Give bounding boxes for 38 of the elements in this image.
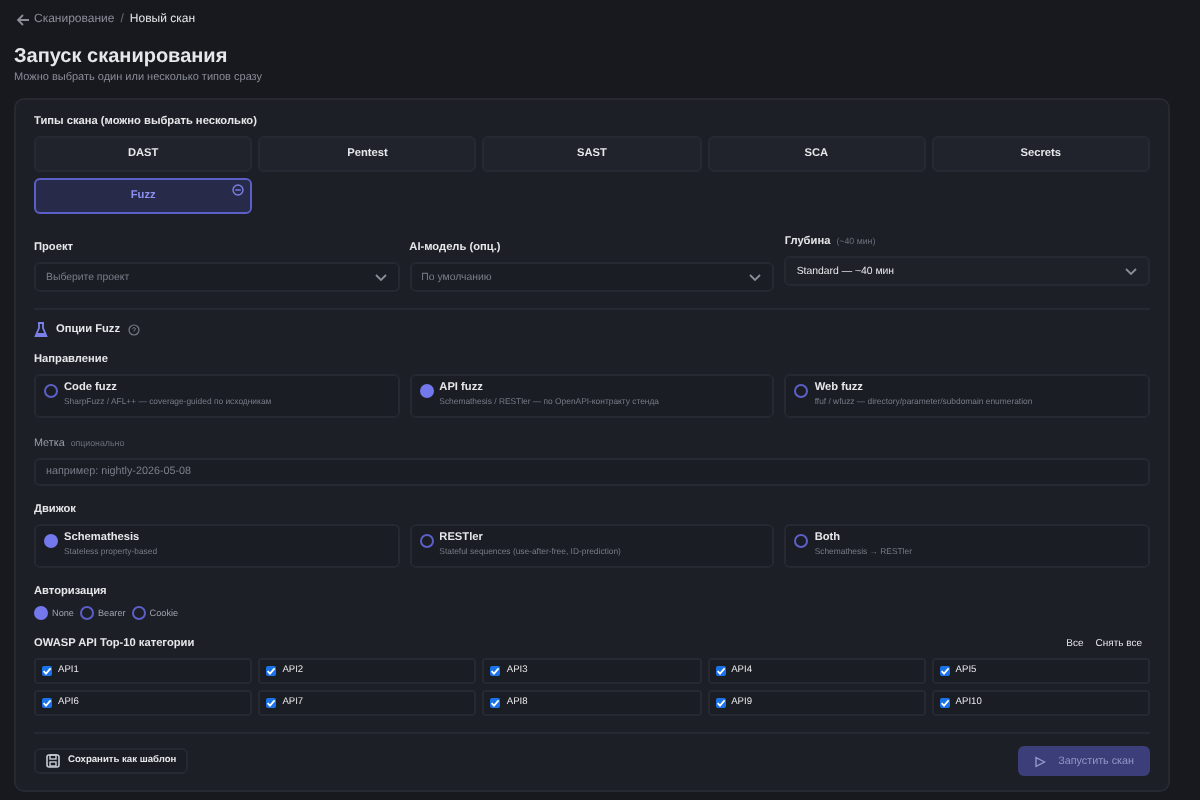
back-arrow-icon — [16, 14, 30, 26]
checkbox[interactable] — [490, 698, 501, 708]
help-icon — [128, 324, 141, 336]
check-icon — [42, 666, 52, 676]
play-icon — [1034, 755, 1047, 767]
page-title: Запуск сканирования — [14, 46, 230, 68]
checkbox[interactable] — [266, 666, 277, 676]
checkbox[interactable] — [42, 666, 52, 676]
check-icon — [715, 698, 726, 708]
checkbox[interactable] — [715, 666, 726, 676]
check-icon — [939, 666, 950, 676]
checkbox[interactable] — [42, 698, 52, 708]
minus-circle-icon — [232, 184, 245, 196]
radio-button[interactable] — [419, 384, 434, 398]
check-icon — [266, 666, 277, 676]
radio-button[interactable] — [79, 606, 94, 620]
radio-button[interactable] — [131, 606, 146, 620]
radio-button[interactable] — [794, 384, 809, 398]
checkbox[interactable] — [939, 666, 950, 676]
check-icon — [939, 698, 950, 708]
chevron-down-icon — [748, 272, 763, 282]
radio-button[interactable] — [44, 534, 58, 548]
chevron-down-icon — [1124, 266, 1138, 276]
check-icon — [490, 698, 501, 708]
radio-button[interactable] — [44, 384, 58, 398]
radio-button[interactable] — [419, 534, 434, 548]
check-icon — [42, 698, 52, 708]
checkbox[interactable] — [490, 666, 501, 676]
check-icon — [266, 698, 277, 708]
radio-button[interactable] — [794, 534, 809, 548]
checkbox[interactable] — [715, 698, 726, 708]
radio-button[interactable] — [34, 606, 48, 620]
checkbox[interactable] — [266, 698, 277, 708]
check-icon — [490, 666, 501, 676]
flask-icon — [34, 322, 48, 338]
check-icon — [715, 666, 726, 676]
checkbox[interactable] — [939, 698, 950, 708]
chevron-down-icon — [373, 272, 388, 282]
